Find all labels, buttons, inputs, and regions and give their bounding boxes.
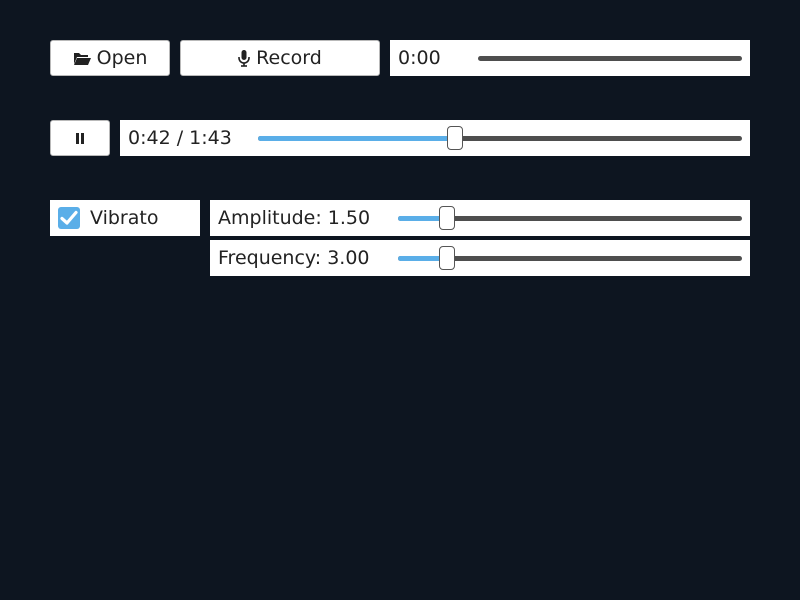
- record-progress-track: [478, 56, 742, 61]
- folder-open-icon: [73, 51, 91, 66]
- vibrato-checkbox[interactable]: [58, 207, 80, 229]
- amplitude-thumb[interactable]: [438, 206, 455, 230]
- playback-seek-slider[interactable]: [258, 126, 742, 150]
- playback-time: 0:42 / 1:43: [128, 127, 232, 149]
- frequency-thumb[interactable]: [438, 246, 455, 270]
- checkmark-icon: [60, 210, 78, 225]
- vibrato-label: Vibrato: [90, 207, 159, 229]
- playback-seek-fill: [258, 136, 456, 141]
- playback-panel: 0:42 / 1:43: [120, 120, 750, 156]
- record-button[interactable]: Record: [180, 40, 380, 76]
- open-button-label: Open: [96, 47, 148, 69]
- pause-button[interactable]: [50, 120, 110, 156]
- vibrato-panel: Vibrato: [50, 200, 200, 236]
- frequency-slider[interactable]: [398, 246, 742, 270]
- frequency-panel: Frequency: 3.00: [210, 240, 750, 276]
- record-time: 0:00: [398, 47, 441, 69]
- frequency-label: Frequency: 3.00: [218, 247, 370, 269]
- pause-icon: [75, 132, 85, 144]
- playback-seek-thumb[interactable]: [447, 126, 464, 150]
- amplitude-label: Amplitude: 1.50: [218, 207, 371, 229]
- open-button[interactable]: Open: [50, 40, 170, 76]
- microphone-icon: [238, 49, 250, 67]
- record-time-panel: 0:00: [390, 40, 750, 76]
- record-button-label: Record: [256, 47, 322, 69]
- amplitude-panel: Amplitude: 1.50: [210, 200, 750, 236]
- amplitude-slider[interactable]: [398, 206, 742, 230]
